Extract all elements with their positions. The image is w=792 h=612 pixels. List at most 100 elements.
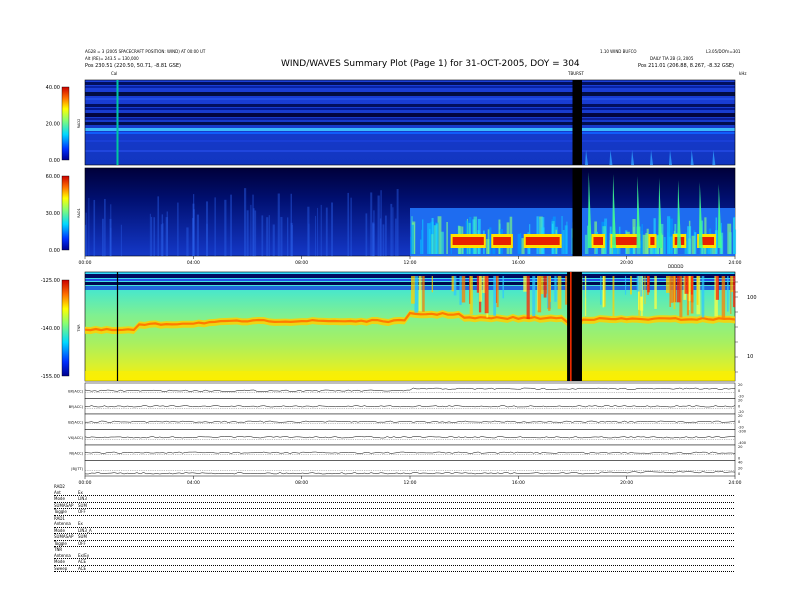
tnr-colorbar-tick: -125.00 xyxy=(41,278,60,284)
rad1-streak xyxy=(290,222,293,256)
tnr-emission xyxy=(624,276,627,295)
line-panel-label: BX(ACC) xyxy=(68,389,83,393)
rad1-streak xyxy=(88,197,90,256)
rad1-emission xyxy=(694,232,697,254)
rad2-band xyxy=(85,98,735,100)
settings-value: SUM xyxy=(78,534,87,539)
rad1-streak xyxy=(268,215,270,256)
rad1-streak xyxy=(192,203,195,256)
tnr-emission xyxy=(459,276,462,305)
settings-key: Toggle xyxy=(54,509,67,514)
rad1-hotspot-core xyxy=(525,237,560,245)
rad1-emission xyxy=(728,232,732,254)
tnr-emission xyxy=(640,276,643,297)
tnr-emission xyxy=(612,276,615,317)
rad2-ylabel: RAD2 xyxy=(77,119,81,129)
tnr-emission xyxy=(673,276,676,310)
tnr-emission xyxy=(701,276,705,318)
rad2-band xyxy=(85,150,735,152)
line-panel-label: VX(ACC) xyxy=(68,436,83,440)
tnr-emission xyxy=(461,276,466,303)
rad1-x-tick-label: 20:00 xyxy=(620,260,633,266)
rad2-band xyxy=(85,140,735,142)
settings-value: LIN3_A xyxy=(78,527,92,533)
tnr-emission xyxy=(496,276,499,308)
settings-value: Ex xyxy=(78,521,83,526)
tnr-emission xyxy=(732,276,736,308)
rad2-band xyxy=(85,86,735,88)
rad1-streak xyxy=(315,215,316,256)
tnr-emission xyxy=(727,276,729,312)
tnr-emission xyxy=(537,276,542,313)
rad2-band xyxy=(85,122,735,125)
settings-row: Toggle OFF xyxy=(54,509,734,516)
rad1-emission xyxy=(420,239,422,254)
rad1-streak xyxy=(266,217,269,256)
tnr-emission xyxy=(532,276,536,317)
tnr-emission xyxy=(554,276,557,302)
tnr-emission xyxy=(721,276,726,318)
rad1-hotspot-core xyxy=(452,237,484,245)
rad2-colorbar-tick: 0.00 xyxy=(49,158,60,164)
rad1-streak xyxy=(196,214,200,256)
rad2-band xyxy=(85,132,735,134)
rad1-streak xyxy=(308,223,310,256)
tnr-emission xyxy=(647,276,650,293)
rad1-streak xyxy=(244,188,247,256)
tnr-emission xyxy=(600,276,602,305)
line-panel-tick: 0 xyxy=(738,404,740,408)
line-panel-tick: 20 xyxy=(738,383,742,387)
settings-key: Sweep xyxy=(54,565,68,571)
rad1-emission xyxy=(429,228,431,254)
rad1-streak xyxy=(252,208,255,256)
tnr-emission xyxy=(691,276,693,295)
tnr-colorbar-tick: -140.00 xyxy=(41,326,60,332)
rad1-streak xyxy=(109,218,112,256)
tnr-cal-line xyxy=(116,272,119,381)
rad2-band xyxy=(85,128,735,131)
tnr-emission xyxy=(636,276,640,292)
rad2-band xyxy=(85,82,735,85)
rad1-x-tick-label: 12:00 xyxy=(404,260,417,266)
rad1-streak xyxy=(165,217,168,256)
rad1-streak xyxy=(377,195,380,256)
tnr-emission xyxy=(696,276,699,305)
tnr-emission xyxy=(431,276,434,293)
tnr-emission xyxy=(476,276,479,293)
tnr-low-freq xyxy=(85,371,735,381)
rad1-streak xyxy=(317,207,318,256)
tnr-emission xyxy=(715,276,719,300)
tnr-data-gap-stripe xyxy=(570,272,572,381)
rad1-emission xyxy=(411,224,415,254)
tnr-emission xyxy=(479,276,482,302)
tnr-emission xyxy=(665,276,670,293)
line-panel-tick: 0 xyxy=(738,420,740,424)
rad1-emission xyxy=(440,231,444,254)
instrument-settings: RAD2 Ant Ex Mode LIN3 SUMASAP SUM Toggle OFF RAD1… xyxy=(54,484,734,572)
rad1-streak xyxy=(390,203,393,256)
rad1-streak xyxy=(120,224,122,256)
rad1-emission xyxy=(663,237,666,254)
settings-row: Toggle OFF xyxy=(54,540,734,547)
rad1-emission xyxy=(670,236,673,254)
tnr-ylabel: TNR xyxy=(77,324,81,333)
settings-key: Mode xyxy=(54,559,65,564)
tnr-emission xyxy=(414,276,419,313)
tnr-emission xyxy=(676,276,681,303)
rad2-band xyxy=(85,104,735,107)
line-panel-tick: 20 xyxy=(738,399,742,403)
tnr-emission xyxy=(493,276,497,316)
tnr-emission xyxy=(469,276,473,315)
rad2-band xyxy=(85,108,735,110)
rad1-hotspot-core xyxy=(593,237,603,245)
tnr-emission xyxy=(689,276,691,293)
tnr-right-tick-label: 10 xyxy=(747,354,753,360)
rad1-streak xyxy=(93,199,96,256)
settings-key: Ant xyxy=(54,489,61,495)
settings-value: LIN3 xyxy=(78,496,87,501)
rad1-streak xyxy=(320,204,322,256)
rad1-streak xyxy=(246,210,249,256)
settings-value: OFF xyxy=(78,540,86,546)
line-panel-tick: 20 xyxy=(738,414,742,418)
rad1-emission xyxy=(666,216,670,254)
